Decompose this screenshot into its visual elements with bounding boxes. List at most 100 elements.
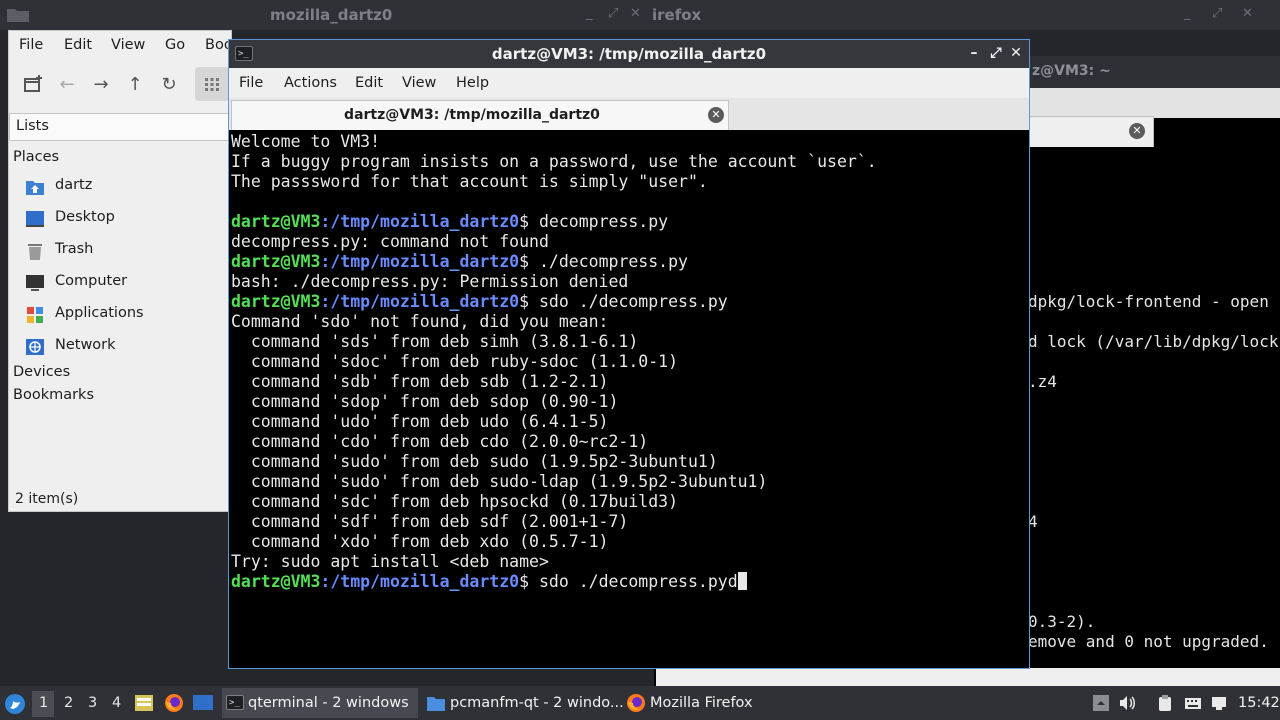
term-menu-edit[interactable]: Edit — [355, 75, 383, 91]
fm-menu-edit[interactable]: Edit — [64, 37, 92, 53]
task-label: Mozilla Firefox — [650, 695, 753, 711]
close-button[interactable]: ✕ — [1007, 44, 1025, 62]
clipboard-icon[interactable] — [1156, 694, 1174, 712]
bg-maximize-button[interactable]: ⤢ — [608, 6, 618, 21]
start-menu-icon[interactable] — [4, 693, 26, 715]
terminal-line: Try: sudo apt install <deb name> — [231, 552, 1027, 572]
network-tray-icon[interactable] — [1210, 694, 1228, 712]
term-menu-help[interactable]: Help — [456, 75, 489, 91]
terminal-line: command 'xdo' from deb xdo (0.5.7-1) — [231, 532, 1027, 552]
taskbar: 1 2 3 4 >_ qterminal - 2 windows pcmanfm… — [0, 686, 1280, 720]
place-label: Network — [55, 337, 116, 353]
prompt-symbol: $ — [519, 292, 539, 311]
folder-icon — [426, 694, 446, 712]
reload-icon[interactable]: ↻ — [157, 73, 181, 97]
term-menu-view[interactable]: View — [402, 75, 436, 91]
output-text: command 'sdc' from deb hpsockd (0.17buil… — [231, 492, 679, 511]
fm-menu-go[interactable]: Go — [165, 37, 185, 53]
output-text: Welcome to VM3! — [231, 132, 381, 151]
file-manager-launcher-icon[interactable] — [134, 693, 154, 713]
prompt-path: :/tmp/mozilla_dartz0 — [320, 292, 520, 311]
terminal-line: dartz@VM3:/tmp/mozilla_dartz0$ ./decompr… — [231, 252, 1027, 272]
output-text: command 'sudo' from deb sudo (1.9.5p2-3u… — [231, 452, 718, 471]
side-panel-mode-label: Lists — [16, 118, 49, 134]
prompt-user: dartz@VM3 — [231, 252, 321, 271]
terminal-line: command 'sudo' from deb sudo (1.9.5p2-3u… — [231, 452, 1027, 472]
terminal-tab-label: dartz@VM3: /tmp/mozilla_dartz0 — [344, 107, 600, 123]
bookmarks-section-header[interactable]: Bookmarks — [13, 387, 94, 403]
bg-terminal-line: d lock (/var/lib/dpkg/lock — [1028, 332, 1279, 351]
terminal-line: decompress.py: command not found — [231, 232, 1027, 252]
side-panel-mode-selector[interactable]: Lists — [9, 113, 231, 141]
show-desktop-icon[interactable] — [192, 693, 214, 713]
task-firefox[interactable]: Mozilla Firefox — [620, 688, 816, 718]
terminal-line: command 'cdo' from deb cdo (2.0.0~rc2-1) — [231, 432, 1027, 452]
bg-minimize-button[interactable]: _ — [586, 6, 593, 21]
bg-window-title-right: irefox — [652, 6, 702, 24]
place-item-applications[interactable]: Applications — [25, 303, 225, 327]
bg2-close-button[interactable]: ✕ — [1242, 6, 1253, 21]
new-tab-icon[interactable] — [21, 73, 45, 97]
terminal-line: Command 'sdo' not found, did you mean: — [231, 312, 1027, 332]
output-text: command 'sdoc' from deb ruby-sdoc (1.1.0… — [231, 352, 679, 371]
forward-arrow-icon[interactable]: → — [89, 73, 113, 97]
workspace-1[interactable]: 1 — [39, 695, 48, 711]
task-qterminal[interactable]: >_ qterminal - 2 windows — [222, 688, 418, 718]
up-arrow-icon[interactable]: ↑ — [123, 73, 147, 97]
firefox-launcher-icon[interactable] — [164, 693, 184, 713]
text-cursor — [737, 572, 747, 590]
close-tab-icon[interactable]: ✕ — [1129, 123, 1145, 139]
output-text: command 'sudo' from deb sudo-ldap (1.9.5… — [231, 472, 768, 491]
term-menu-file[interactable]: File — [239, 75, 263, 91]
output-text: Command 'sdo' not found, did you mean: — [231, 312, 609, 331]
place-label: Trash — [55, 241, 94, 257]
place-item-trash[interactable]: Trash — [25, 239, 225, 263]
devices-section-header[interactable]: Devices — [13, 364, 70, 380]
icon-view-button[interactable] — [195, 67, 229, 101]
place-item-home[interactable]: dartz — [25, 175, 225, 199]
task-pcmanfm[interactable]: pcmanfm-qt - 2 windo... — [420, 688, 624, 718]
output-text: decompress.py: command not found — [231, 232, 549, 251]
workspace-4[interactable]: 4 — [112, 695, 121, 711]
background-window-edge — [654, 668, 1280, 686]
minimize-button[interactable]: – — [965, 44, 983, 62]
places-section-header[interactable]: Places — [13, 149, 59, 165]
firefox-icon — [626, 693, 646, 713]
terminal-line: command 'sdf' from deb sdf (2.001+1-7) — [231, 512, 1027, 532]
place-item-network[interactable]: Network — [25, 335, 225, 359]
tray-expand-icon[interactable] — [1092, 694, 1110, 712]
close-tab-icon[interactable]: ✕ — [708, 107, 724, 123]
fm-menu-file[interactable]: File — [19, 37, 43, 53]
prompt-path: :/tmp/mozilla_dartz0 — [320, 212, 520, 231]
bg-terminal-title: z@VM3: ~ — [1032, 63, 1111, 79]
terminal-output[interactable]: Welcome to VM3! If a buggy program insist… — [231, 132, 1027, 666]
maximize-button[interactable]: ⤢ — [987, 44, 1005, 62]
terminal-line: bash: ./decompress.py: Permission denied — [231, 272, 1027, 292]
place-item-computer[interactable]: Computer — [25, 271, 225, 295]
terminal-line: Welcome to VM3! — [231, 132, 1027, 152]
terminal-line: command 'sdoc' from deb ruby-sdoc (1.1.0… — [231, 352, 1027, 372]
bg2-maximize-button[interactable]: ⤢ — [1212, 6, 1222, 21]
bg2-minimize-button[interactable]: _ — [1184, 6, 1191, 21]
bg-window-title-left: mozilla_dartz0 — [270, 6, 393, 24]
folder-icon — [6, 7, 30, 23]
terminal-line: The passsword for that account is simply… — [231, 172, 1027, 192]
computer-icon — [25, 273, 45, 293]
terminal-tab[interactable]: dartz@VM3: /tmp/mozilla_dartz0 ✕ — [231, 100, 729, 130]
back-arrow-icon[interactable]: ← — [55, 73, 79, 97]
bg-close-button[interactable]: ✕ — [630, 6, 641, 21]
keyboard-icon[interactable] — [1184, 694, 1202, 712]
output-text: bash: ./decompress.py: Permission denied — [231, 272, 629, 291]
clock[interactable]: 15:42 — [1238, 695, 1280, 711]
terminal-line: dartz@VM3:/tmp/mozilla_dartz0$ sdo ./dec… — [231, 292, 1027, 312]
terminal-titlebar[interactable]: >_ dartz@VM3: /tmp/mozilla_dartz0 – ⤢ ✕ — [229, 40, 1029, 68]
term-menu-actions[interactable]: Actions — [284, 75, 337, 91]
output-text: command 'cdo' from deb cdo (2.0.0~rc2-1) — [231, 432, 649, 451]
workspace-3[interactable]: 3 — [88, 695, 97, 711]
volume-icon[interactable] — [1118, 694, 1136, 712]
terminal-line: command 'sds' from deb simh (3.8.1-6.1) — [231, 332, 1027, 352]
place-item-desktop[interactable]: Desktop — [25, 207, 225, 231]
workspace-2[interactable]: 2 — [64, 695, 73, 711]
fm-menu-view[interactable]: View — [111, 37, 145, 53]
bg-terminal-tab[interactable]: ✕ — [1028, 116, 1154, 147]
